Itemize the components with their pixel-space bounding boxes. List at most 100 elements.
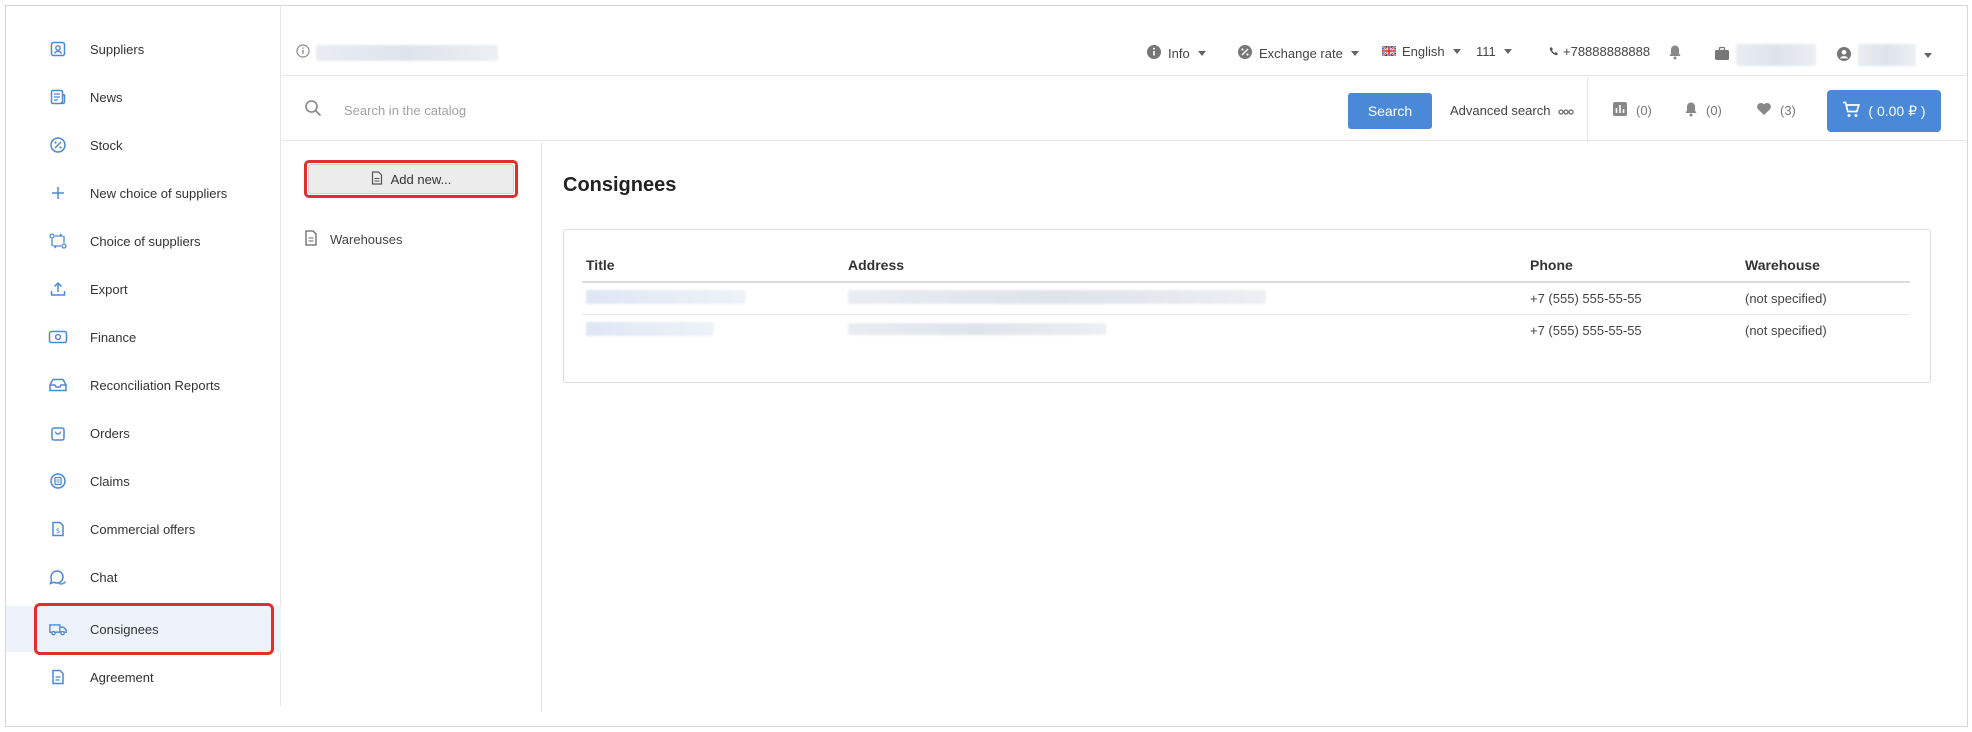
consignee-phone-cell: +7 (555) 555-55-55: [1526, 282, 1741, 315]
sidebar-item-suppliers[interactable]: Suppliers: [6, 26, 281, 72]
language-menu[interactable]: English: [1381, 44, 1461, 59]
upload-icon: [48, 279, 68, 299]
info-circle-icon: [296, 44, 310, 61]
chevron-down-icon: [1197, 51, 1206, 56]
column-header-phone[interactable]: Phone: [1526, 248, 1741, 283]
table-row[interactable]: +7 (555) 555-55-55 (not specified): [582, 282, 1910, 315]
dollar-doc-icon: $: [48, 519, 68, 539]
chevron-down-icon: [1503, 49, 1512, 54]
sidebar-item-news[interactable]: News: [6, 74, 281, 120]
language-label: English: [1402, 44, 1445, 59]
sidebar-item-commercial-offers[interactable]: $ Commercial offers: [6, 506, 281, 552]
sidebar: Suppliers News Stock New choice of suppl…: [6, 6, 281, 706]
top-bar: Info Exchange rate English 111 +78888888…: [282, 34, 1968, 76]
cart-icon: [1842, 101, 1861, 121]
warehouses-link[interactable]: Warehouses: [304, 230, 403, 249]
redacted-company-name: [316, 44, 498, 61]
money-icon: [48, 327, 68, 347]
sidebar-item-choice-of-suppliers[interactable]: Choice of suppliers: [6, 218, 281, 264]
more-dots-icon: [1558, 103, 1575, 118]
plus-icon: [48, 183, 68, 203]
supplier-icon: [48, 39, 68, 59]
sidebar-item-export[interactable]: Export: [6, 266, 281, 312]
consignee-title-cell[interactable]: [582, 282, 844, 315]
briefcase-icon: [1714, 46, 1730, 64]
claims-icon: [48, 471, 68, 491]
account-number-label: 111: [1476, 44, 1496, 59]
table-row[interactable]: +7 (555) 555-55-55 (not specified): [582, 314, 1910, 346]
sidebar-item-label: New choice of suppliers: [90, 185, 228, 201]
exchange-rate-menu[interactable]: Exchange rate: [1237, 44, 1359, 63]
app-frame: Suppliers News Stock New choice of suppl…: [5, 5, 1968, 727]
sidebar-item-label: Orders: [90, 425, 130, 441]
warehouses-label: Warehouses: [330, 232, 403, 247]
advanced-search-link[interactable]: Advanced search: [1450, 103, 1575, 118]
consignees-table-card: Title Address Phone Warehouse +7 (555) 5…: [563, 229, 1931, 383]
bell-button[interactable]: [1668, 44, 1682, 63]
search-input[interactable]: [344, 99, 844, 121]
chevron-down-icon: [1452, 49, 1461, 54]
info-menu[interactable]: Info: [1146, 44, 1206, 63]
notifications-count: (0): [1706, 103, 1722, 118]
sidebar-item-label: Agreement: [90, 669, 154, 685]
compare-chart-icon: [1612, 101, 1628, 120]
search-bar: Search Advanced search (0) (0) (3) ( 0.0…: [282, 77, 1968, 141]
sidebar-item-claims[interactable]: Claims: [6, 458, 281, 504]
chevron-down-icon: [1924, 52, 1932, 58]
sidebar-item-label: Choice of suppliers: [90, 233, 201, 249]
column-header-address[interactable]: Address: [844, 248, 1526, 283]
sidebar-item-reconciliation-reports[interactable]: Reconciliation Reports: [6, 362, 281, 408]
compare-button[interactable]: (0): [1612, 101, 1652, 120]
account-number-menu[interactable]: 111: [1476, 44, 1512, 59]
redacted-title: [586, 289, 746, 304]
sidebar-item-orders[interactable]: Orders: [6, 410, 281, 456]
swap-icon: [48, 231, 68, 251]
exchange-rate-label: Exchange rate: [1259, 46, 1343, 61]
sidebar-item-chat[interactable]: Chat: [6, 554, 281, 600]
info-icon: [1146, 44, 1162, 63]
phone-link[interactable]: +78888888888: [1549, 44, 1650, 59]
user-circle-icon: [1836, 46, 1852, 65]
add-new-label: Add new...: [390, 171, 452, 187]
sidebar-item-label: Finance: [90, 329, 137, 345]
consignees-table: Title Address Phone Warehouse +7 (555) 5…: [582, 248, 1910, 346]
percent-icon: [48, 135, 68, 155]
sidebar-item-stock[interactable]: Stock: [6, 122, 281, 168]
advanced-search-label: Advanced search: [1450, 103, 1551, 118]
consignee-address-cell: [844, 282, 1526, 315]
phone-number: +78888888888: [1563, 44, 1651, 59]
add-new-button[interactable]: Add new...: [308, 164, 514, 194]
sidebar-item-new-choice-of-suppliers[interactable]: New choice of suppliers: [6, 170, 281, 216]
phone-icon: [1549, 44, 1559, 59]
search-button[interactable]: Search: [1348, 93, 1432, 129]
column-header-title[interactable]: Title: [582, 248, 844, 283]
sidebar-item-agreement[interactable]: Agreement: [6, 654, 281, 700]
notifications-button[interactable]: (0): [1684, 101, 1722, 120]
consignee-warehouse-cell: (not specified): [1741, 282, 1910, 315]
compare-count: (0): [1636, 103, 1652, 118]
cart-button[interactable]: ( 0.00 ₽ ): [1827, 90, 1941, 132]
sidebar-item-finance[interactable]: Finance: [6, 314, 281, 360]
organization-menu[interactable]: [1714, 44, 1816, 66]
consignee-title-cell[interactable]: [582, 314, 844, 346]
page-title: Consignees: [563, 174, 677, 196]
company-name[interactable]: [296, 44, 498, 61]
new-document-icon: [371, 170, 383, 188]
user-menu[interactable]: [1836, 44, 1932, 66]
sidebar-item-label: Claims: [90, 473, 130, 489]
sidebar-item-label: Suppliers: [90, 41, 145, 57]
heart-icon: [1756, 101, 1772, 119]
consignee-address-cell: [844, 314, 1526, 346]
bell-icon: [1668, 44, 1682, 63]
favorites-button[interactable]: (3): [1756, 101, 1796, 119]
info-label: Info: [1168, 46, 1190, 61]
percent-badge-icon: [1237, 44, 1253, 63]
redacted-title: [586, 321, 714, 336]
document-icon: [48, 667, 68, 687]
bag-icon: [48, 423, 68, 443]
column-header-warehouse[interactable]: Warehouse: [1741, 248, 1910, 283]
chat-icon: [48, 567, 68, 587]
sidebar-item-label: News: [90, 89, 123, 105]
left-panel: Add new... Warehouses: [282, 142, 542, 712]
sidebar-item-consignees[interactable]: Consignees: [6, 606, 281, 652]
